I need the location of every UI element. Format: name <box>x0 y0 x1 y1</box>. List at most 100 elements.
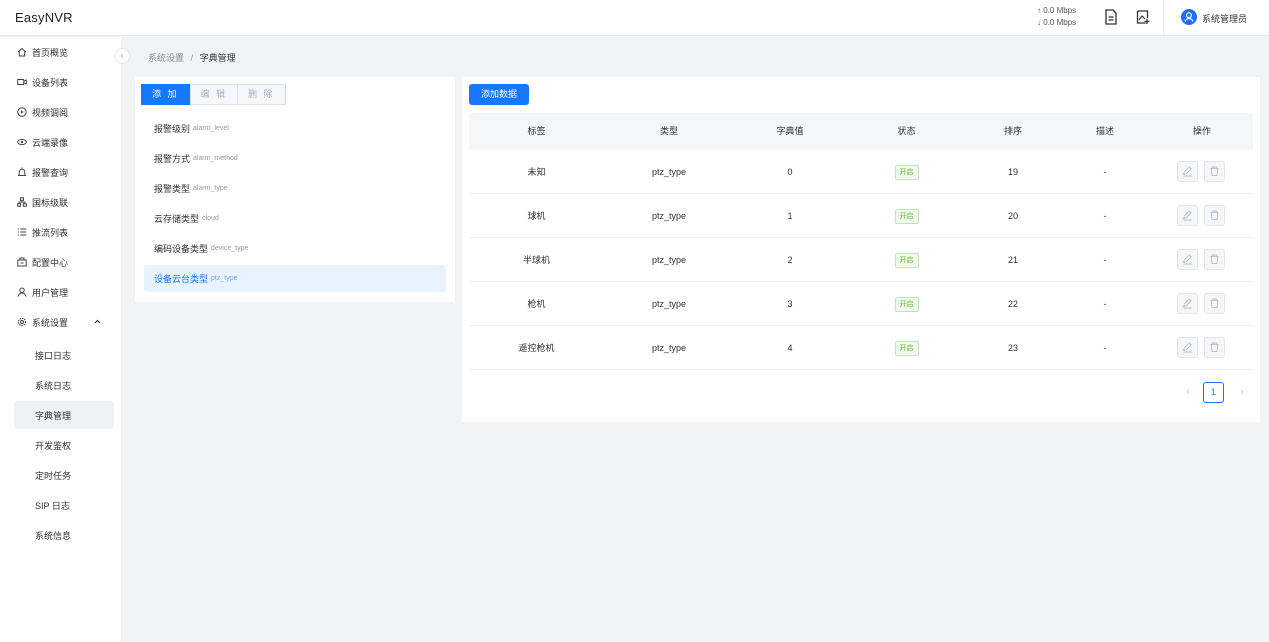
pagination-next-button[interactable]: › <box>1235 382 1249 403</box>
cell-order: 21 <box>1007 255 1018 265</box>
cell-desc: - <box>1103 167 1107 177</box>
cell-value: 4 <box>787 343 793 353</box>
sidebar-subitem-scheduled-tasks[interactable]: 定时任务 <box>14 461 114 489</box>
sidebar-item-home[interactable]: 首页概览 <box>0 37 121 67</box>
delete-button[interactable] <box>1204 337 1225 358</box>
sidebar-item-config[interactable]: 配置中心 <box>0 247 121 277</box>
edit-button[interactable] <box>1177 337 1198 358</box>
cell-status: 开启 <box>846 194 967 238</box>
column-header: 字典值 <box>776 126 804 136</box>
sidebar-subitem-label: 系统日志 <box>35 380 72 391</box>
sidebar: 首页概览 设备列表 视频调阅 云端录像 报警查询 国标级联 推流列表 配置中心 … <box>0 37 121 642</box>
sidebar-item-system-settings[interactable]: 系统设置 <box>0 307 121 337</box>
row-actions <box>1177 249 1229 271</box>
dict-type-code: ptz_type <box>211 275 238 282</box>
sidebar-item-label: 国标级联 <box>32 197 69 208</box>
sidebar-subitem-label: 开发鉴权 <box>35 440 72 451</box>
cell-type: ptz_type <box>651 211 687 221</box>
status-badge: 开启 <box>894 341 919 357</box>
column-header: 排序 <box>1003 126 1022 136</box>
alarm-icon <box>18 167 26 176</box>
cell-value: 0 <box>787 167 793 177</box>
network-rate: ↑ 0.0 Mbps ↓ 0.0 Mbps <box>1037 5 1076 29</box>
app-logo-title[interactable]: EasyNVR <box>15 10 73 25</box>
document-icon[interactable] <box>1104 9 1118 25</box>
dict-type-name: 云存储类型 <box>154 214 200 224</box>
sidebar-subitem-api-log[interactable]: 接口日志 <box>14 341 114 369</box>
sidebar-subitem-label: 系统信息 <box>35 530 72 541</box>
row-actions <box>1177 205 1229 227</box>
user-name[interactable]: 系统管理员 <box>1202 12 1247 25</box>
dict-type-item[interactable]: 报警类型 alarm_type <box>144 175 446 202</box>
column-header: 状态 <box>897 126 916 136</box>
pagination-prev-button[interactable]: ‹ <box>1181 382 1195 403</box>
edit-button[interactable] <box>1177 249 1198 270</box>
breadcrumb-parent[interactable]: 系统设置 <box>148 53 184 63</box>
cascade-icon <box>17 197 27 207</box>
edit-button[interactable] <box>1177 205 1198 226</box>
delete-button[interactable] <box>1204 293 1225 314</box>
delete-button[interactable] <box>1204 161 1225 182</box>
edit-icon <box>1182 342 1192 353</box>
sidebar-subitem-label: 接口日志 <box>35 350 72 361</box>
sidebar-subitem-system-info[interactable]: 系统信息 <box>14 521 114 549</box>
sidebar-item-users[interactable]: 用户管理 <box>0 277 121 307</box>
table-row: 未知 ptz_type 0 开启 19 - <box>469 150 1253 194</box>
cell-order: 19 <box>1007 167 1018 177</box>
top-bar: EasyNVR ↑ 0.0 Mbps ↓ 0.0 Mbps 系统管理员 <box>0 0 1269 36</box>
sidebar-subitem-dictionary[interactable]: 字典管理 <box>14 401 114 429</box>
dict-type-item[interactable]: 报警级别 alarm_level <box>144 115 446 142</box>
sidebar-item-cloud-record[interactable]: 云端录像 <box>0 127 121 157</box>
add-data-button[interactable]: 添加数据 <box>469 84 529 105</box>
cloud-record-icon <box>17 138 27 146</box>
chevron-left-icon: ‹ <box>120 51 124 60</box>
cell-label: 枪机 <box>527 299 546 309</box>
sidebar-item-devices[interactable]: 设备列表 <box>0 67 121 97</box>
edit-icon <box>1182 166 1192 177</box>
cell-label: 未知 <box>527 167 546 177</box>
cell-status: 开启 <box>846 238 967 282</box>
home-icon <box>17 47 27 57</box>
dict-type-name: 报警级别 <box>154 124 191 134</box>
column-header: 操作 <box>1192 126 1211 136</box>
sidebar-subitem-label: SIP 日志 <box>35 500 70 511</box>
dict-type-panel: 添 加 编 辑 删 除 报警级别 alarm_level 报警方式 alarm_me… <box>135 77 455 302</box>
dict-type-code: device_type <box>211 245 249 252</box>
gear-icon <box>17 317 27 327</box>
dict-type-item[interactable]: 云存储类型 cloud <box>144 205 446 232</box>
edit-button[interactable] <box>1177 161 1198 182</box>
sidebar-item-push-list[interactable]: 推流列表 <box>0 217 121 247</box>
pagination-page-1[interactable]: 1 <box>1203 382 1224 403</box>
trash-icon <box>1210 210 1219 221</box>
avatar[interactable] <box>1181 9 1197 25</box>
delete-button[interactable] <box>1204 249 1225 270</box>
delete-button[interactable] <box>1204 205 1225 226</box>
list-icon <box>17 228 27 236</box>
cell-type: ptz_type <box>651 255 687 265</box>
dict-type-item[interactable]: 编码设备类型 device_type <box>144 235 446 262</box>
video-device-icon <box>17 79 27 85</box>
edit-button[interactable] <box>1177 293 1198 314</box>
dict-type-item[interactable]: 报警方式 alarm_method <box>144 145 446 172</box>
sidebar-subitem-system-log[interactable]: 系统日志 <box>14 371 114 399</box>
dict-button-group: 添 加 编 辑 删 除 <box>141 84 286 105</box>
cell-value: 1 <box>787 211 793 221</box>
image-export-icon[interactable] <box>1136 9 1152 25</box>
sidebar-item-video-view[interactable]: 视频调阅 <box>0 97 121 127</box>
sidebar-item-alarm[interactable]: 报警查询 <box>0 157 121 187</box>
sidebar-item-cascade[interactable]: 国标级联 <box>0 187 121 217</box>
edit-dict-button[interactable]: 编 辑 <box>189 84 239 105</box>
delete-dict-button[interactable]: 删 除 <box>238 84 286 105</box>
edit-icon <box>1182 254 1192 265</box>
cell-desc: - <box>1103 211 1107 221</box>
sidebar-subitem-sip-log[interactable]: SIP 日志 <box>14 491 114 519</box>
dict-type-name: 报警方式 <box>154 154 191 164</box>
table-row: 半球机 ptz_type 2 开启 21 - <box>469 238 1253 282</box>
cell-type: ptz_type <box>651 167 687 177</box>
add-dict-button[interactable]: 添 加 <box>141 84 190 105</box>
status-badge: 开启 <box>894 209 919 225</box>
sidebar-collapse-button[interactable]: ‹ <box>114 48 130 64</box>
dict-type-item-active[interactable]: 设备云台类型 ptz_type <box>144 265 446 292</box>
upload-rate: ↑ 0.0 Mbps <box>1037 6 1077 15</box>
sidebar-subitem-dev-auth[interactable]: 开发鉴权 <box>14 431 114 459</box>
